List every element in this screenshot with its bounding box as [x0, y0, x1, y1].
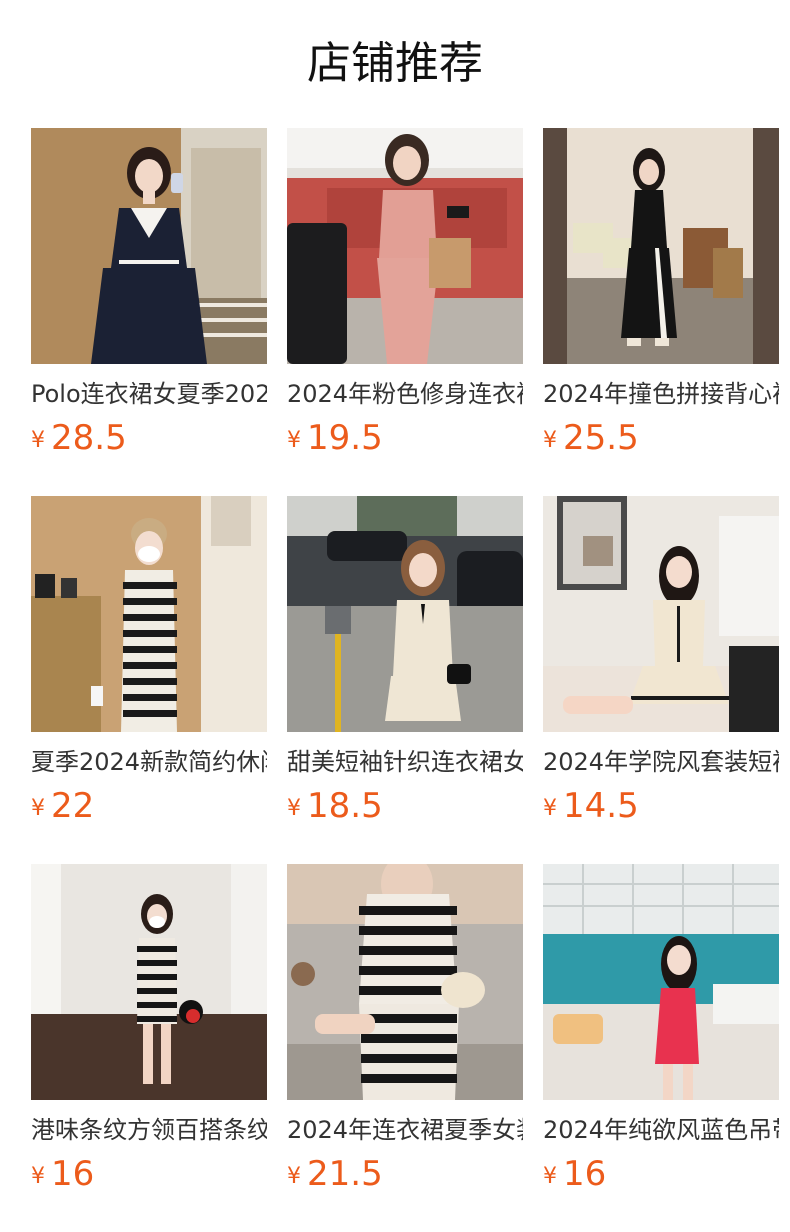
currency-symbol: ¥ — [31, 1164, 45, 1189]
currency-symbol: ¥ — [31, 428, 45, 453]
product-image[interactable] — [31, 496, 267, 732]
currency-symbol: ¥ — [543, 796, 557, 821]
product-card[interactable]: 2024年连衣裙夏季女装 ¥21.5 — [287, 864, 523, 1194]
product-card[interactable]: 2024年纯欲风蓝色吊带 ¥16 — [543, 864, 779, 1194]
product-price: ¥19.5 — [287, 418, 383, 458]
price-amount: 28.5 — [51, 418, 127, 458]
product-card[interactable]: 夏季2024新款简约休闲 ¥22 — [31, 496, 267, 826]
price-amount: 22 — [51, 786, 95, 826]
product-price: ¥18.5 — [287, 786, 383, 826]
section-title: 店铺推荐 — [307, 38, 483, 89]
product-card[interactable]: 港味条纹方领百搭条纹 ¥16 — [31, 864, 267, 1194]
product-card[interactable]: 2024年学院风套装短裙 ¥14.5 — [543, 496, 779, 826]
product-card[interactable]: Polo连衣裙女夏季2024 ¥28.5 — [31, 128, 267, 458]
currency-symbol: ¥ — [543, 1164, 557, 1189]
product-name[interactable]: 港味条纹方领百搭条纹 — [31, 1114, 267, 1146]
price-amount: 19.5 — [307, 418, 383, 458]
price-amount: 16 — [563, 1154, 607, 1194]
product-name[interactable]: 2024年粉色修身连衣裙 — [287, 378, 523, 410]
product-name[interactable]: 2024年连衣裙夏季女装 — [287, 1114, 523, 1146]
product-name[interactable]: 2024年撞色拼接背心裙 — [543, 378, 779, 410]
product-price: ¥25.5 — [543, 418, 639, 458]
product-image[interactable] — [543, 128, 779, 364]
product-price: ¥14.5 — [543, 786, 639, 826]
product-price: ¥22 — [31, 786, 94, 826]
product-name[interactable]: Polo连衣裙女夏季2024 — [31, 378, 267, 410]
price-amount: 21.5 — [307, 1154, 383, 1194]
price-amount: 18.5 — [307, 786, 383, 826]
product-image[interactable] — [543, 864, 779, 1100]
product-image[interactable] — [31, 864, 267, 1100]
price-amount: 14.5 — [563, 786, 639, 826]
currency-symbol: ¥ — [543, 428, 557, 453]
product-name[interactable]: 甜美短袖针织连衣裙女 — [287, 746, 523, 778]
product-card[interactable]: 2024年粉色修身连衣裙 ¥19.5 — [287, 128, 523, 458]
product-card[interactable]: 甜美短袖针织连衣裙女 ¥18.5 — [287, 496, 523, 826]
product-card[interactable]: 2024年撞色拼接背心裙 ¥25.5 — [543, 128, 779, 458]
currency-symbol: ¥ — [287, 796, 301, 821]
product-name[interactable]: 夏季2024新款简约休闲 — [31, 746, 267, 778]
product-price: ¥16 — [543, 1154, 606, 1194]
currency-symbol: ¥ — [31, 796, 45, 821]
product-price: ¥21.5 — [287, 1154, 383, 1194]
price-amount: 16 — [51, 1154, 95, 1194]
product-price: ¥28.5 — [31, 418, 127, 458]
product-grid: Polo连衣裙女夏季2024 ¥28.5 2024年粉色修身连衣裙 ¥ 19.5… — [31, 128, 779, 1194]
product-price: ¥16 — [31, 1154, 94, 1194]
product-name[interactable]: 2024年学院风套装短裙 — [543, 746, 779, 778]
product-image[interactable] — [287, 496, 523, 732]
product-name[interactable]: 2024年纯欲风蓝色吊带 — [543, 1114, 779, 1146]
product-image[interactable] — [287, 864, 523, 1100]
currency-symbol: ¥ — [287, 1164, 301, 1189]
currency-symbol: ¥ — [287, 428, 301, 453]
product-image[interactable] — [31, 128, 267, 364]
price-amount: 25.5 — [563, 418, 639, 458]
product-image[interactable] — [287, 128, 523, 364]
product-image[interactable] — [543, 496, 779, 732]
